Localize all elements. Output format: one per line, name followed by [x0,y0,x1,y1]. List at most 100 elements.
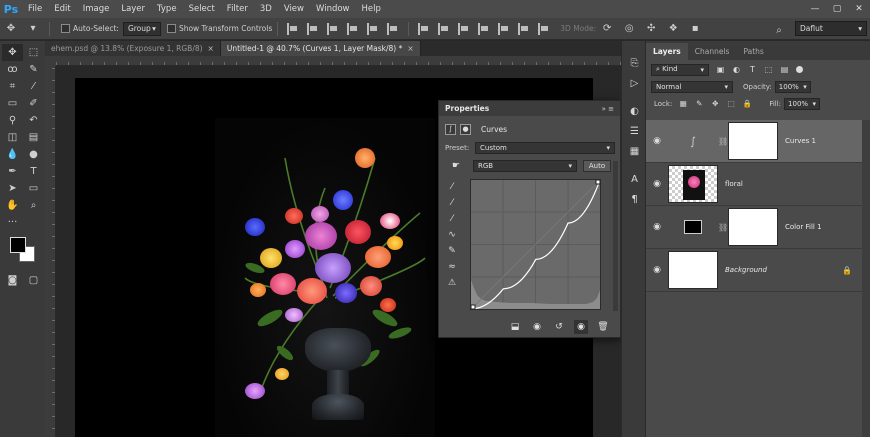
reset-icon[interactable]: ↺ [552,320,566,334]
search-icon[interactable]: ⌕ [771,22,787,38]
healing-brush-tool-icon[interactable]: ▭ [2,95,23,112]
channel-dropdown[interactable]: RGB ▾ [473,160,577,172]
curve-point[interactable] [470,304,476,310]
tab-paths[interactable]: Paths [736,43,770,60]
auto-select-dropdown[interactable]: Group ▾ [122,21,161,36]
curves-adjustment-icon[interactable]: ∫ [445,123,456,135]
menu-window[interactable]: Window [310,0,356,18]
pen-tool-icon[interactable]: ✒ [2,163,23,180]
distribute-right-icon[interactable] [518,22,530,35]
filter-toggle[interactable] [795,66,803,73]
opacity-field[interactable]: 100% ▾ [774,80,811,93]
zoom-tool-icon[interactable]: ⌕ [23,197,44,214]
doc-tab-ehem[interactable]: ehem.psd @ 13.8% (Exposure 1, RGB/8) × [45,41,221,56]
auto-align-icon[interactable] [538,22,550,35]
menu-image[interactable]: Image [77,0,116,18]
curves-graph[interactable] [470,179,601,310]
menu-filter[interactable]: Filter [221,0,254,18]
properties-panel-icon[interactable]: ☰ [622,121,647,141]
lock-artboard-icon[interactable]: ⬚ [726,99,736,109]
lock-all-icon[interactable]: 🔒 [742,99,752,109]
link-chain-icon[interactable]: ⛓ [718,137,728,146]
curves-graph-svg[interactable] [470,179,601,310]
filter-adjustment-icon[interactable]: ◐ [731,64,742,75]
trash-icon[interactable]: 🗑 [596,320,610,334]
fill-swatch-icon[interactable] [668,208,718,246]
type-tool-icon[interactable]: T [23,163,44,180]
minimize-button[interactable]: — [804,0,826,18]
clip-to-layer-icon[interactable]: ⬓ [508,320,522,334]
rectangle-tool-icon[interactable]: ▭ [23,180,44,197]
align-vcenter-icon[interactable] [307,22,319,35]
3d-roll-icon[interactable]: ◎ [621,21,637,37]
vertical-ruler[interactable] [45,56,56,437]
actions-panel-icon[interactable]: ▷ [622,73,647,93]
layer-mask-thumbnail[interactable] [728,122,778,160]
white-point-eyedropper-icon[interactable]: ⁄ [445,211,459,226]
auto-select-checkbox[interactable] [61,24,70,33]
menu-edit[interactable]: Edit [48,0,76,18]
hand-tool-icon[interactable]: ✋ [2,197,23,214]
filter-pixel-icon[interactable]: ▣ [715,64,726,75]
align-right-icon[interactable] [387,22,399,35]
menu-file[interactable]: File [22,0,48,18]
lock-image-icon[interactable]: ✎ [694,99,704,109]
close-icon[interactable]: × [208,44,214,53]
tab-layers[interactable]: Layers [646,43,688,60]
crop-tool-icon[interactable]: ⌗ [2,78,23,95]
3d-scale-icon[interactable]: ▪ [687,21,703,37]
eraser-tool-icon[interactable]: ◫ [2,129,23,146]
preset-dropdown[interactable]: Custom ▾ [475,142,615,154]
align-bottom-icon[interactable] [327,22,339,35]
close-window-button[interactable]: ✕ [848,0,870,18]
blend-mode-dropdown[interactable]: Normal ▾ [651,80,733,93]
menu-view[interactable]: View [278,0,310,18]
layer-row-floral[interactable]: ◉ floral [646,163,862,206]
layer-filter-kind-dropdown[interactable]: ⌕ Kind ▾ [651,63,709,76]
target-adjust-icon[interactable]: ☛ [445,158,467,173]
distribute-left-icon[interactable] [478,22,490,35]
layer-row-background[interactable]: ◉ Background 🔒 [646,249,862,292]
quick-select-tool-icon[interactable]: ✎ [23,61,44,78]
marquee-tool-icon[interactable]: ⬚ [23,44,44,61]
menu-select[interactable]: Select [183,0,221,18]
history-brush-tool-icon[interactable]: ↶ [23,112,44,129]
maximize-button[interactable]: ▢ [826,0,848,18]
view-previous-state-icon[interactable]: ◉ [530,320,544,334]
foreground-color-swatch[interactable] [10,237,26,253]
curve-pencil-icon[interactable]: ✎ [445,243,459,258]
layer-row-color-fill[interactable]: ◉ ⛓ Color Fill 1 [646,206,862,249]
gray-point-eyedropper-icon[interactable]: ⁄ [445,195,459,210]
path-select-tool-icon[interactable]: ➤ [2,180,23,197]
layer-mask-thumbnail[interactable] [728,208,778,246]
move-tool-icon[interactable]: ✥ [2,44,23,61]
lock-transparent-icon[interactable]: ▦ [678,99,688,109]
layer-thumbnail[interactable] [668,251,718,289]
horizontal-ruler[interactable] [56,56,621,66]
gradient-tool-icon[interactable]: ▤ [23,129,44,146]
show-transform-checkbox[interactable] [166,24,176,33]
distribute-bottom-icon[interactable] [458,22,470,35]
blur-tool-icon[interactable]: 💧 [2,146,23,163]
properties-header[interactable]: Properties » ≡ [439,101,620,116]
menu-help[interactable]: Help [356,0,387,18]
layer-mask-icon[interactable]: ● [460,123,471,135]
fill-field[interactable]: 100% ▾ [784,97,821,110]
libraries-panel-icon[interactable]: ▦ [622,141,647,161]
properties-scrollbar[interactable] [613,161,618,311]
curve-edit-points-icon[interactable]: ∿ [445,227,459,242]
layer-thumbnail[interactable] [668,165,718,203]
menu-layer[interactable]: Layer [115,0,151,18]
character-panel-icon[interactable]: A [622,169,647,189]
menu-3d[interactable]: 3D [254,0,278,18]
close-icon[interactable]: × [407,44,413,53]
quick-mask-icon[interactable]: ◙ [2,272,23,289]
layers-scrollbar[interactable] [862,120,870,437]
doc-tab-untitled[interactable]: Untitled-1 @ 40.7% (Curves 1, Layer Mask… [220,41,421,56]
lasso-tool-icon[interactable]: ꝏ [2,61,23,78]
3d-rotate-icon[interactable]: ⟳ [599,21,615,37]
layer-row-curves[interactable]: ◉ ∫ ⛓ Curves 1 [646,120,862,163]
history-panel-icon[interactable]: ⎘ [622,53,647,73]
auto-button[interactable]: Auto [583,160,611,172]
distribute-vcenter-icon[interactable] [438,22,450,35]
